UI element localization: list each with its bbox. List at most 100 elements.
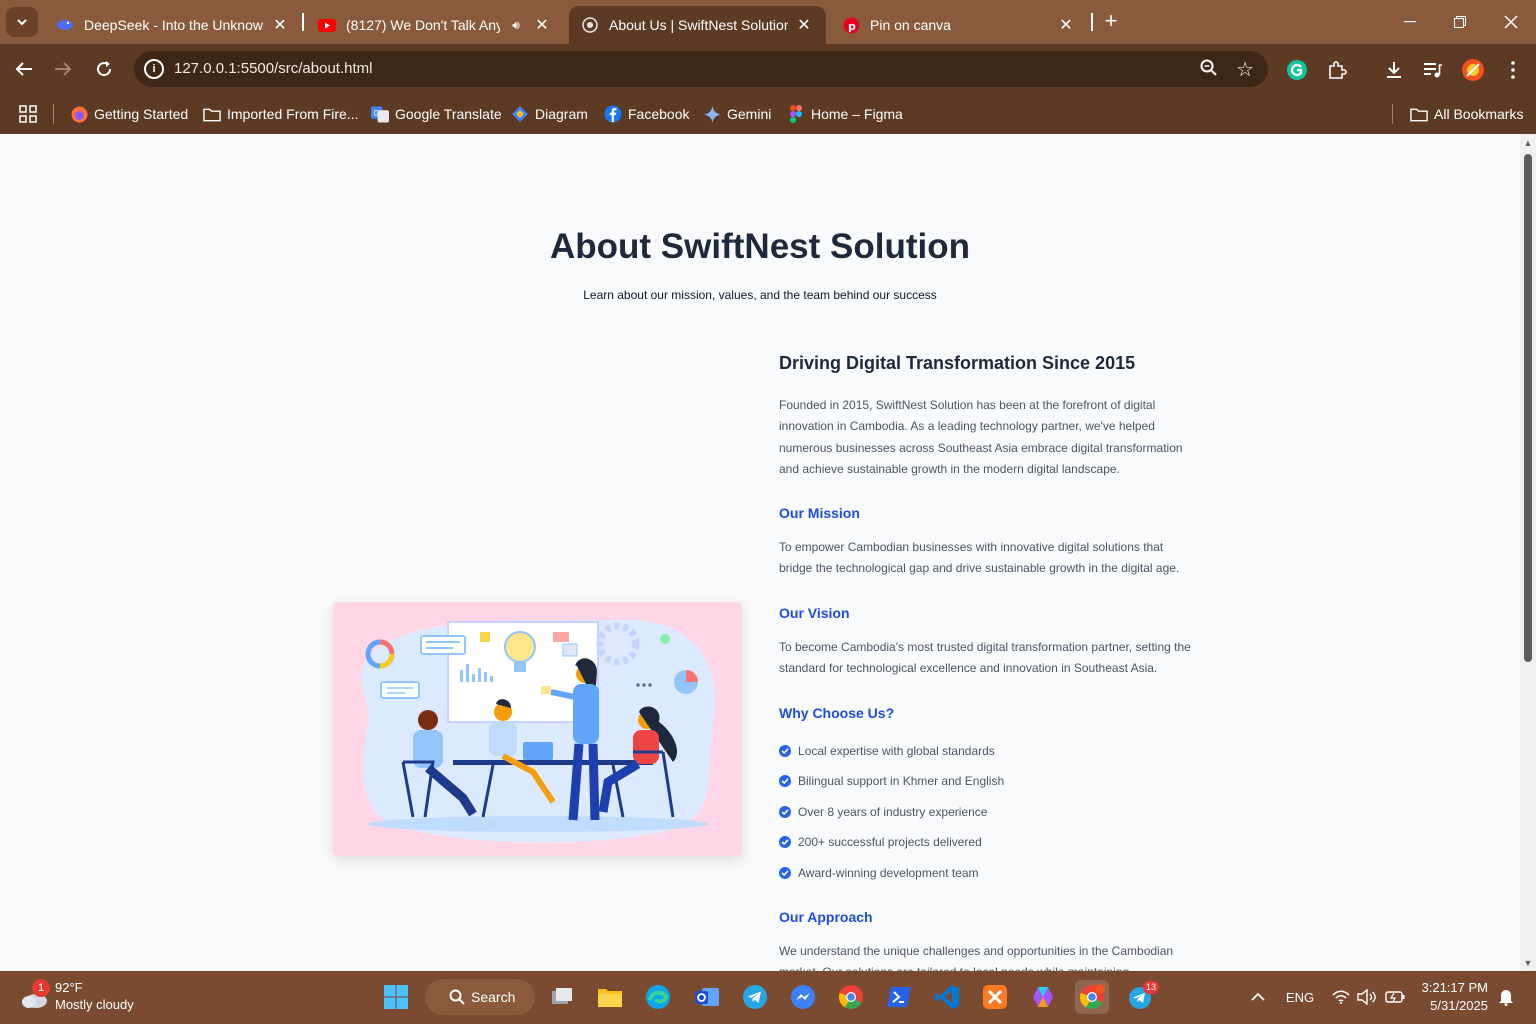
edge-icon[interactable] bbox=[641, 980, 675, 1014]
tab-title: (8127) We Don't Talk Anymo bbox=[346, 17, 500, 33]
grammarly-icon[interactable] bbox=[1285, 58, 1309, 82]
tab-deepseek[interactable]: DeepSeek - Into the Unknown ✕ bbox=[44, 6, 302, 44]
search-icon bbox=[449, 989, 465, 1005]
facebook-icon bbox=[604, 105, 622, 123]
youtube-icon bbox=[318, 16, 336, 34]
volume-icon[interactable] bbox=[1356, 987, 1378, 1007]
tab-divider bbox=[302, 13, 304, 31]
pie-chart-icon bbox=[674, 670, 698, 694]
notification-bell-icon[interactable] bbox=[1496, 987, 1516, 1007]
search-label: Search bbox=[471, 989, 516, 1005]
site-info-icon[interactable]: i bbox=[144, 59, 164, 79]
vertical-scrollbar[interactable]: ▲ ▼ bbox=[1520, 134, 1536, 971]
bookmark-star-icon[interactable]: ☆ bbox=[1236, 57, 1254, 82]
why-choose-heading: Why Choose Us? bbox=[779, 705, 895, 721]
restore-button[interactable] bbox=[1440, 6, 1480, 38]
page-subtitle: Learn about our mission, values, and the… bbox=[583, 288, 937, 302]
firefox-icon bbox=[70, 105, 88, 123]
mission-heading: Our Mission bbox=[779, 505, 860, 521]
bookmark-label: Diagram bbox=[535, 106, 588, 122]
forward-button[interactable] bbox=[50, 56, 76, 82]
pinterest-icon: p bbox=[842, 16, 860, 34]
tab-divider bbox=[1091, 13, 1093, 31]
chrome-icon[interactable] bbox=[834, 980, 868, 1014]
start-button[interactable] bbox=[379, 980, 413, 1014]
extensions-icon[interactable] bbox=[1325, 58, 1349, 82]
arrow-left-icon bbox=[15, 62, 32, 76]
close-tab-icon[interactable]: ✕ bbox=[270, 15, 290, 35]
bookmark-label: All Bookmarks bbox=[1434, 106, 1524, 122]
language-indicator[interactable]: ENG bbox=[1285, 987, 1315, 1007]
chrome-active-icon[interactable] bbox=[1075, 980, 1109, 1014]
weather-widget[interactable]: 1 92°F Mostly cloudy bbox=[18, 977, 178, 1017]
task-view-icon[interactable] bbox=[545, 980, 579, 1014]
close-tab-icon[interactable]: ✕ bbox=[532, 15, 552, 35]
temperature: 92°F bbox=[55, 980, 83, 995]
download-icon[interactable] bbox=[1382, 58, 1406, 82]
address-bar[interactable]: i 127.0.0.1:5500/src/about.html ☆ bbox=[134, 51, 1268, 87]
clock-time: 3:21:17 PM bbox=[1421, 980, 1489, 995]
tab-search-button[interactable] bbox=[6, 7, 38, 37]
zoom-icon[interactable] bbox=[1200, 59, 1218, 82]
telegram-desktop-icon[interactable]: 13 bbox=[1123, 980, 1160, 1014]
vscode-icon[interactable] bbox=[930, 980, 964, 1014]
speaker-icon[interactable]: 🔊︎ bbox=[506, 18, 526, 33]
back-button[interactable] bbox=[11, 56, 37, 82]
apps-grid-icon[interactable] bbox=[18, 102, 38, 126]
diagram-icon bbox=[511, 105, 529, 123]
profile-avatar[interactable] bbox=[1461, 58, 1485, 82]
scroll-down-icon[interactable]: ▼ bbox=[1523, 958, 1533, 968]
tab-youtube[interactable]: (8127) We Don't Talk Anymo 🔊︎ ✕ bbox=[306, 6, 564, 44]
minimize-button[interactable] bbox=[1390, 6, 1430, 38]
bookmark-diagram[interactable]: Diagram bbox=[511, 102, 588, 126]
divider bbox=[53, 104, 54, 124]
list-item: Over 8 years of industry experience bbox=[779, 804, 987, 820]
taskbar-search[interactable]: Search bbox=[425, 979, 535, 1015]
unread-badge: 13 bbox=[1143, 981, 1160, 994]
mission-text: To empower Cambodian businesses with inn… bbox=[779, 540, 1180, 576]
bookmark-facebook[interactable]: Facebook bbox=[604, 102, 689, 126]
list-item-text: Award-winning development team bbox=[798, 866, 979, 880]
vision-text: To become Cambodia's most trusted digita… bbox=[779, 640, 1191, 676]
bookmark-google-translate[interactable]: G Google Translate bbox=[371, 102, 502, 126]
list-item: Local expertise with global standards bbox=[779, 743, 995, 759]
media-control-icon[interactable] bbox=[1421, 58, 1445, 82]
new-tab-button[interactable]: + bbox=[1098, 8, 1124, 34]
list-item-text: 200+ successful projects delivered bbox=[798, 835, 982, 849]
more-menu-icon[interactable] bbox=[1501, 58, 1525, 82]
bookmark-getting-started[interactable]: Getting Started bbox=[70, 102, 188, 126]
bookmark-gemini[interactable]: Gemini bbox=[703, 102, 771, 126]
tab-title: About Us | SwiftNest Solution bbox=[609, 17, 788, 33]
list-item-text: Local expertise with global standards bbox=[798, 744, 995, 758]
outlook-icon[interactable] bbox=[690, 980, 724, 1014]
scroll-up-icon[interactable]: ▲ bbox=[1523, 138, 1533, 148]
bookmark-imported-folder[interactable]: Imported From Fire... bbox=[203, 102, 358, 126]
copilot-icon[interactable] bbox=[1026, 980, 1060, 1014]
close-window-button[interactable] bbox=[1491, 6, 1531, 38]
tab-pinterest[interactable]: p Pin on canva ✕ bbox=[830, 6, 1088, 44]
list-item-text: Bilingual support in Khmer and English bbox=[798, 774, 1005, 788]
tab-title: DeepSeek - Into the Unknown bbox=[84, 17, 264, 33]
url-text[interactable]: 127.0.0.1:5500/src/about.html bbox=[174, 60, 372, 77]
browser-toolbar: i 127.0.0.1:5500/src/about.html ☆ bbox=[0, 44, 1536, 94]
close-tab-icon[interactable]: ✕ bbox=[794, 15, 814, 35]
bookmark-label: Getting Started bbox=[94, 106, 189, 122]
divider bbox=[1392, 104, 1393, 124]
file-explorer-icon[interactable] bbox=[593, 980, 627, 1014]
scrollbar-thumb[interactable] bbox=[1524, 154, 1532, 662]
list-item: Award-winning development team bbox=[779, 865, 979, 881]
messenger-icon[interactable] bbox=[786, 980, 820, 1014]
close-tab-icon[interactable]: ✕ bbox=[1056, 15, 1076, 35]
bookmark-label: Imported From Fire... bbox=[227, 106, 359, 122]
wifi-icon[interactable] bbox=[1330, 987, 1352, 1007]
powershell-icon[interactable] bbox=[882, 980, 916, 1014]
reload-button[interactable] bbox=[91, 56, 117, 82]
chevron-up-icon[interactable] bbox=[1248, 987, 1268, 1007]
tab-about-us[interactable]: About Us | SwiftNest Solution ✕ bbox=[569, 6, 826, 44]
all-bookmarks-button[interactable]: All Bookmarks bbox=[1410, 102, 1523, 126]
bookmark-label: Google Translate bbox=[395, 106, 502, 122]
xampp-icon[interactable] bbox=[978, 980, 1012, 1014]
bookmark-figma[interactable]: Home – Figma bbox=[787, 102, 903, 126]
clock[interactable]: 3:21:17 PM 5/31/2025 bbox=[1398, 979, 1489, 1015]
telegram-icon[interactable] bbox=[738, 980, 772, 1014]
